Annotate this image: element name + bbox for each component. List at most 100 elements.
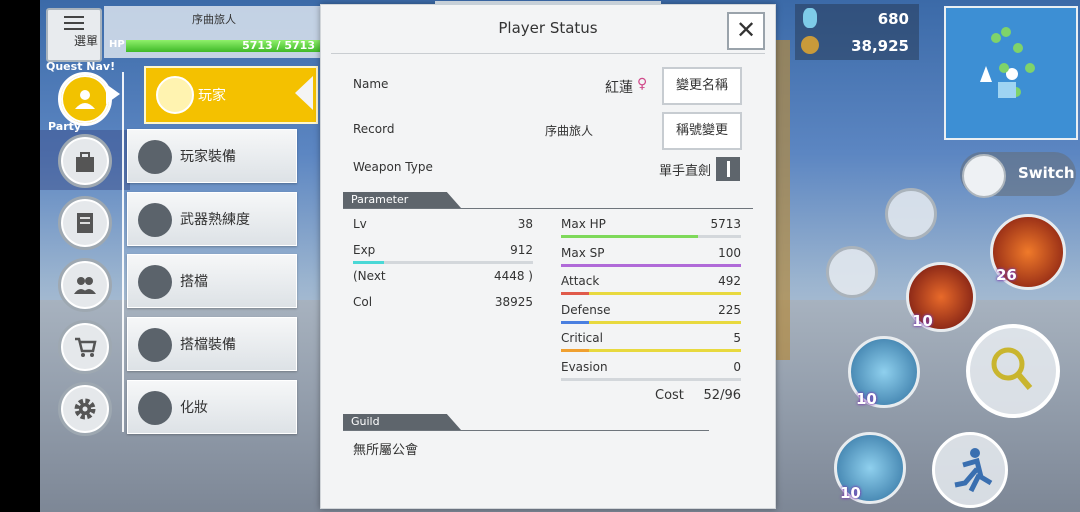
exp-bar-fill <box>353 261 384 264</box>
menu-label: 選單 <box>74 34 99 48</box>
nav-shop-button[interactable] <box>58 320 112 374</box>
document-icon <box>77 213 93 233</box>
equipment-icon <box>138 140 172 174</box>
col-count: 38,925 <box>851 37 909 55</box>
hp-bar: 5713 / 5713 <box>126 39 321 52</box>
param-label: Defense <box>561 302 611 317</box>
stat-bar <box>561 377 741 381</box>
hp-value: 5713 / 5713 <box>242 39 315 52</box>
param-label: (Next <box>353 269 386 283</box>
skill-count-4: 10 <box>840 484 861 502</box>
main-menu-button[interactable]: 選單 <box>46 8 102 62</box>
person-icon <box>75 90 95 109</box>
exp-bar <box>353 261 533 264</box>
crossed-swords-icon <box>138 203 172 237</box>
submenu-weapon-mastery[interactable]: 武器熟練度 <box>127 192 297 246</box>
submenu-label: 搭檔 <box>180 274 208 290</box>
name-label: Name <box>353 77 389 91</box>
change-title-button[interactable]: 稱號變更 <box>662 112 742 150</box>
bag-icon <box>76 152 94 172</box>
gear-icon <box>74 398 96 420</box>
panel-title: Player Status <box>498 19 598 37</box>
minimap[interactable] <box>944 6 1078 140</box>
player-info-strip: 序曲旅人 HP 5713 / 5713 <box>104 6 324 58</box>
nav-friends-button[interactable] <box>58 258 112 312</box>
player-title: 序曲旅人 <box>192 13 236 26</box>
skill-count-3: 10 <box>856 390 877 408</box>
player-status-panel: Player Status ✕ Name 紅蓮 ♀ 變更名稱 Record 序曲… <box>320 1 776 509</box>
switch-label: Switch <box>1018 164 1075 182</box>
param-label: Attack <box>561 274 600 288</box>
crystal-count: 680 <box>877 10 909 28</box>
sword-icon <box>716 157 740 181</box>
stat-bar-fill <box>561 235 698 238</box>
submenu-label: 玩家裝備 <box>180 149 236 165</box>
cost-label: Cost <box>655 388 684 403</box>
param-value: 912 <box>510 243 533 257</box>
magnifier-icon <box>991 347 1033 390</box>
param-label: Col <box>353 295 373 309</box>
cart-icon <box>75 337 97 357</box>
tab-pointer-icon <box>295 76 313 110</box>
submenu-label: 化妝 <box>180 400 208 416</box>
nav-player-button[interactable] <box>58 72 112 126</box>
switch-icon <box>962 154 1006 198</box>
close-button[interactable]: ✕ <box>727 12 765 50</box>
hp-label: HP <box>109 39 125 50</box>
game-screen: 選單 序曲旅人 HP 5713 / 5713 Quest Nav! Party … <box>0 0 1080 512</box>
currency-box: 680 38,925 <box>795 4 919 60</box>
search-button[interactable] <box>966 324 1060 418</box>
makeup-brush-icon <box>138 391 172 425</box>
swap-weapon-button[interactable] <box>885 188 937 240</box>
param-value: 0 <box>733 359 741 374</box>
submenu-label: 搭檔裝備 <box>180 337 236 353</box>
crystal-icon <box>803 8 817 28</box>
stat-bar <box>561 349 741 352</box>
param-value: 5713 <box>710 217 741 231</box>
partner-equipment-icon <box>138 328 172 362</box>
stat-bar-marker <box>561 320 589 324</box>
cost-value: 52/96 <box>703 388 741 403</box>
name-value: 紅蓮 <box>605 80 633 96</box>
submenu-partner-equipment[interactable]: 搭檔裝備 <box>127 317 297 371</box>
param-label: Critical <box>561 331 603 345</box>
skill-count-2: 10 <box>912 312 933 330</box>
nav-bag-button[interactable] <box>58 134 112 188</box>
submenu-makeup[interactable]: 化妝 <box>127 380 297 434</box>
param-label: Evasion <box>561 359 608 374</box>
stat-bar <box>561 263 741 267</box>
coin-icon <box>801 36 819 54</box>
stat-bar-marker <box>561 349 589 352</box>
param-label: Lv <box>353 217 367 231</box>
record-value: 序曲旅人 <box>544 124 593 138</box>
friends-icon <box>74 277 96 294</box>
guild-divider <box>343 430 709 431</box>
nav-settings-button[interactable] <box>58 382 112 436</box>
avatar-icon <box>156 76 194 114</box>
param-value: 38 <box>517 217 533 231</box>
tab-player-label: 玩家 <box>198 88 226 104</box>
param-label: Max HP <box>561 217 606 231</box>
camera-button[interactable] <box>826 246 878 298</box>
param-value: 225 <box>718 302 741 317</box>
nav-quest-button[interactable] <box>58 196 112 250</box>
guild-header: Guild <box>343 414 461 430</box>
param-value: 100 <box>718 245 741 260</box>
record-label: Record <box>353 122 395 136</box>
rename-button[interactable]: 變更名稱 <box>662 67 742 105</box>
stat-bar-fill <box>561 263 741 267</box>
quest-nav-label: Quest Nav! <box>46 60 116 73</box>
skill-count-1: 26 <box>996 266 1017 284</box>
param-value: 4448 ) <box>493 269 533 283</box>
title-divider <box>331 53 765 54</box>
tab-player[interactable]: 玩家 <box>144 66 318 124</box>
left-letterbox <box>0 0 40 512</box>
submenu-partner[interactable]: 搭檔 <box>127 254 297 308</box>
parameter-header: Parameter <box>343 192 461 208</box>
dash-button[interactable] <box>932 432 1008 508</box>
parameter-divider <box>343 208 753 209</box>
submenu-player-equipment[interactable]: 玩家裝備 <box>127 129 297 183</box>
switch-button[interactable]: Switch <box>960 152 1076 198</box>
param-label: Max SP <box>561 245 605 260</box>
param-value: 5 <box>733 331 741 345</box>
